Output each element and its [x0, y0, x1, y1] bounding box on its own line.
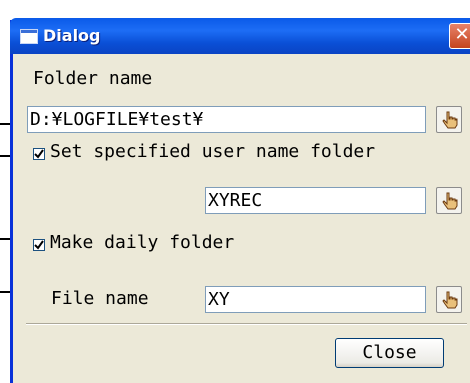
dialog-window: Dialog ✕ Folder name D:¥LOGFILE¥test¥ Se… [10, 18, 470, 383]
folder-browse-button[interactable] [436, 106, 462, 133]
file-name-label: File name [51, 288, 149, 309]
user-folder-checkbox[interactable] [33, 148, 45, 160]
file-name-input[interactable]: XY [205, 286, 426, 313]
user-folder-input[interactable]: XYREC [205, 187, 426, 214]
folder-name-input[interactable]: D:¥LOGFILE¥test¥ [27, 106, 426, 133]
divider [26, 323, 467, 325]
window-title: Dialog [43, 26, 101, 45]
close-button[interactable]: Close [335, 338, 444, 368]
user-folder-browse-button[interactable] [436, 187, 462, 214]
daily-folder-checkbox-label[interactable]: Make daily folder [50, 232, 234, 253]
pointing-hand-icon [442, 111, 458, 129]
check-mark-icon [34, 240, 44, 250]
pointing-hand-icon [442, 291, 458, 309]
pointing-hand-icon [442, 192, 458, 210]
window-icon [20, 29, 38, 44]
folder-name-label: Folder name [33, 68, 153, 89]
user-folder-checkbox-label[interactable]: Set specified user name folder [50, 141, 375, 162]
check-mark-icon [34, 149, 44, 159]
window-close-button[interactable]: ✕ [449, 23, 470, 49]
title-bar[interactable]: Dialog ✕ [10, 18, 470, 54]
file-name-browse-button[interactable] [436, 286, 462, 313]
daily-folder-checkbox[interactable] [33, 239, 45, 251]
